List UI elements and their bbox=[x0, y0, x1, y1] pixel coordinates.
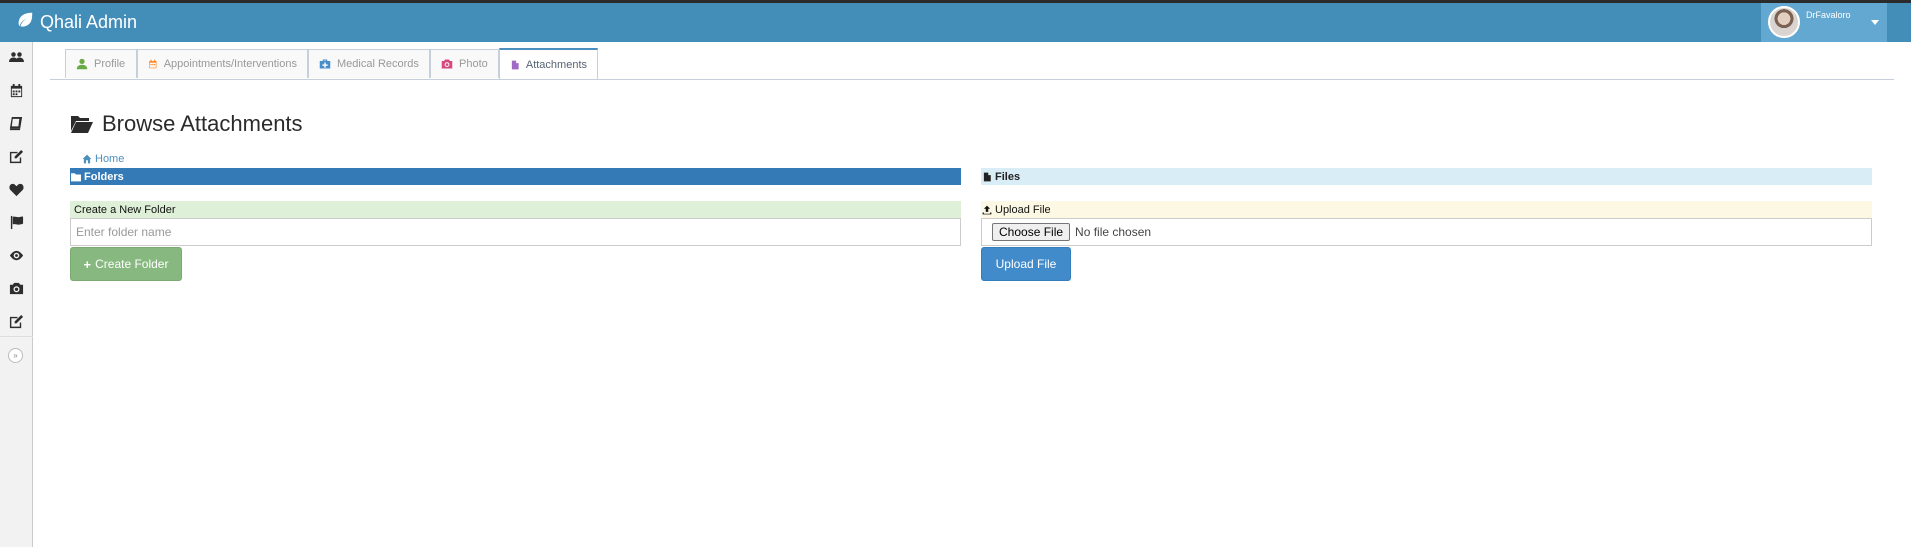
choose-file-button[interactable]: Choose File bbox=[992, 223, 1071, 241]
edit-icon bbox=[9, 314, 24, 328]
tab-label: Photo bbox=[459, 58, 488, 70]
home-icon bbox=[82, 154, 92, 164]
create-folder-button-label: Create Folder bbox=[95, 257, 169, 271]
create-folder-button[interactable]: + Create Folder bbox=[70, 247, 182, 281]
heart-icon bbox=[9, 183, 24, 196]
leaf-icon bbox=[16, 11, 34, 34]
tab-label: Appointments/Interventions bbox=[163, 58, 297, 70]
folders-header-label: Folders bbox=[84, 170, 124, 183]
upload-file-button-label: Upload File bbox=[995, 257, 1057, 271]
files-header-label: Files bbox=[995, 170, 1021, 183]
tab-label: Medical Records bbox=[337, 58, 419, 70]
app-brand[interactable]: Qhali Admin bbox=[16, 11, 137, 34]
sidebar-item-flag[interactable] bbox=[0, 207, 33, 237]
sidebar-divider bbox=[0, 336, 33, 337]
tab-attachments[interactable]: Attachments bbox=[499, 48, 598, 79]
upload-file-header: Upload File bbox=[981, 201, 1872, 218]
app-title: Qhali Admin bbox=[40, 12, 138, 32]
tab-photo[interactable]: Photo bbox=[430, 49, 499, 78]
sidebar-item-users[interactable] bbox=[0, 42, 33, 72]
top-navbar: Qhali Admin DrFavaloro bbox=[0, 0, 1911, 42]
camera-icon bbox=[441, 59, 453, 69]
sidebar-item-edit[interactable] bbox=[0, 141, 33, 171]
sidebar-collapse-toggle[interactable]: » bbox=[8, 348, 23, 363]
folder-name-input[interactable] bbox=[70, 218, 961, 246]
eye-icon bbox=[9, 250, 24, 260]
create-folder-label: Create a New Folder bbox=[74, 203, 176, 216]
breadcrumb-home[interactable]: Home bbox=[95, 153, 124, 165]
book-icon bbox=[9, 116, 23, 130]
tab-bar: Profile Appointments/Interventions Medic… bbox=[50, 48, 1894, 80]
breadcrumb[interactable]: Home bbox=[82, 153, 124, 165]
sidebar-item-view[interactable] bbox=[0, 240, 33, 270]
tab-appointments[interactable]: Appointments/Interventions bbox=[137, 49, 308, 78]
plus-icon: + bbox=[83, 256, 92, 272]
file-icon bbox=[983, 172, 991, 181]
create-folder-header: Create a New Folder bbox=[70, 201, 961, 218]
camera-icon bbox=[9, 282, 24, 294]
calendar-icon bbox=[149, 59, 157, 69]
username: DrFavaloro bbox=[1806, 10, 1851, 20]
tab-label: Profile bbox=[94, 58, 126, 70]
file-input[interactable]: Choose File No file chosen bbox=[981, 218, 1872, 246]
medkit-icon bbox=[319, 59, 331, 69]
sidebar: » bbox=[0, 42, 33, 547]
double-chevron-right-icon: » bbox=[13, 351, 18, 360]
folder-open-icon bbox=[71, 116, 93, 133]
folder-icon bbox=[71, 172, 81, 181]
user-icon bbox=[76, 58, 88, 70]
caret-down-icon bbox=[1871, 20, 1879, 25]
tab-label: Attachments bbox=[525, 58, 587, 71]
flag-icon bbox=[10, 215, 24, 229]
file-status: No file chosen bbox=[1075, 225, 1152, 239]
page-title: Browse Attachments bbox=[70, 111, 303, 137]
sidebar-item-camera[interactable] bbox=[0, 273, 33, 303]
sidebar-item-edit-2[interactable] bbox=[0, 306, 33, 336]
upload-icon bbox=[982, 205, 992, 214]
sidebar-item-calendar[interactable] bbox=[0, 75, 33, 105]
avatar bbox=[1768, 6, 1800, 38]
tab-profile[interactable]: Profile bbox=[65, 49, 137, 78]
edit-icon bbox=[9, 149, 24, 163]
page-title-text: Browse Attachments bbox=[102, 111, 303, 136]
users-icon bbox=[9, 51, 24, 62]
upload-file-label: Upload File bbox=[995, 203, 1051, 216]
sidebar-item-book[interactable] bbox=[0, 108, 33, 138]
tab-medical-records[interactable]: Medical Records bbox=[308, 49, 430, 78]
file-icon bbox=[511, 60, 519, 69]
sidebar-item-favorites[interactable] bbox=[0, 174, 33, 204]
calendar-icon bbox=[10, 83, 23, 97]
files-header: Files bbox=[981, 168, 1872, 185]
upload-file-button[interactable]: Upload File bbox=[981, 247, 1071, 281]
folders-header: Folders bbox=[70, 168, 961, 185]
user-menu[interactable]: DrFavaloro bbox=[1761, 3, 1887, 42]
